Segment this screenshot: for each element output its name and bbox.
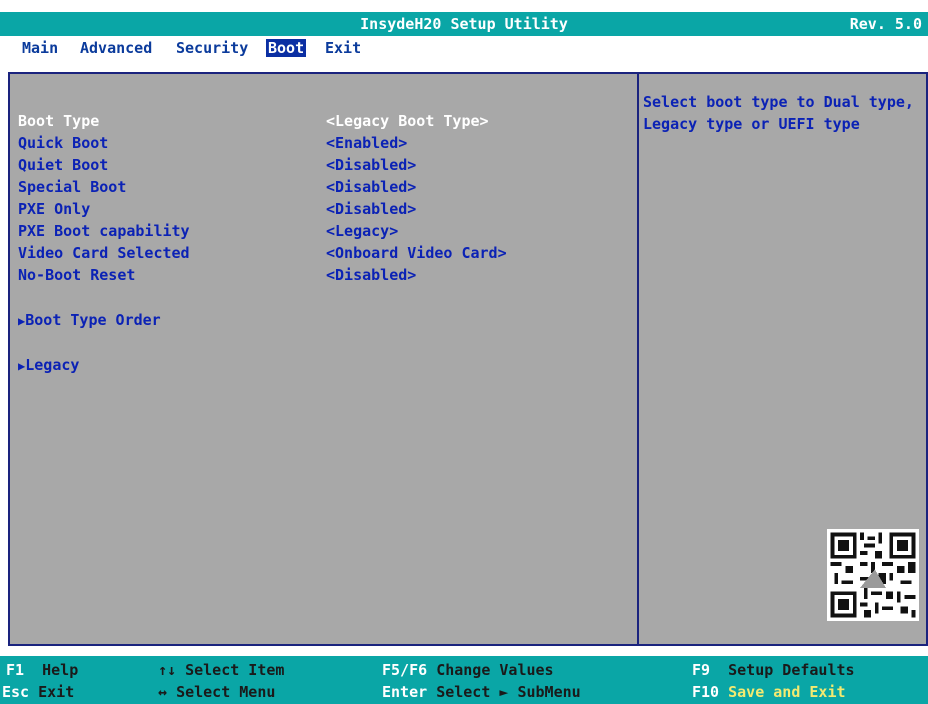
qr-code-icon [827,529,919,621]
setting-row-no-boot-reset[interactable]: No-Boot Reset <Disabled> [18,266,618,288]
setting-label: Boot Type [18,112,100,130]
submenu-legacy[interactable]: ▶Legacy [18,356,79,374]
footer-help: F1 Help [6,661,78,679]
key-updown-label: Select Item [185,661,285,679]
setting-row-quiet-boot[interactable]: Quiet Boot <Disabled> [18,156,618,178]
key-f9-label: Setup Defaults [728,661,855,679]
help-line: Legacy type or UEFI type [643,115,860,133]
leftright-arrow-icon: ↔ [158,683,168,701]
setting-row-quick-boot[interactable]: Quick Boot <Enabled> [18,134,618,156]
footer-change-values: F5/F6 Change Values [382,661,554,679]
updown-arrows-icon: ↑↓ [158,661,177,679]
help-panel: Select boot type to Dual type, Legacy ty… [637,72,928,646]
setting-value[interactable]: <Disabled> [326,178,416,196]
setting-row-pxe-boot-capability[interactable]: PXE Boot capability <Legacy> [18,222,618,244]
setting-value[interactable]: <Enabled> [326,134,407,152]
help-text: Select boot type to Dual type, Legacy ty… [643,91,923,135]
menu-bar: Main Advanced Security Boot Exit [0,36,928,60]
setting-label: Quiet Boot [18,156,109,174]
setting-label: No-Boot Reset [18,266,136,284]
setting-value[interactable]: <Disabled> [326,200,416,218]
setting-value[interactable]: <Disabled> [326,266,416,284]
tab-exit[interactable]: Exit [325,39,361,57]
setting-label: Quick Boot [18,134,109,152]
footer-exit: Esc Exit [2,683,74,701]
settings-panel: Boot Type <Legacy Boot Type> Quick Boot … [8,72,637,646]
key-f1-label: Help [42,661,79,679]
key-leftright-label: Select Menu [176,683,276,701]
setting-value[interactable]: <Legacy Boot Type> [326,112,489,130]
key-f10-label: Save and Exit [728,683,846,701]
title-bar: InsydeH20 Setup Utility Rev. 5.0 [0,12,928,36]
setting-value[interactable]: <Disabled> [326,156,416,174]
submenu-label: Legacy [25,356,80,374]
key-f5f6: F5/F6 [382,661,428,679]
key-f9: F9 [692,661,711,679]
key-enter-label: Select ► SubMenu [436,683,581,701]
tab-advanced[interactable]: Advanced [80,39,152,57]
setting-label: PXE Boot capability [18,222,190,240]
setting-label: Video Card Selected [18,244,190,262]
footer-select-submenu: Enter Select ► SubMenu [382,683,581,701]
key-esc-label: Exit [38,683,75,701]
setting-row-boot-type[interactable]: Boot Type <Legacy Boot Type> [18,112,618,134]
setting-label: PXE Only [18,200,91,218]
setting-row-special-boot[interactable]: Special Boot <Disabled> [18,178,618,200]
key-esc: Esc [2,683,30,701]
bios-setup-screen: InsydeH20 Setup Utility Rev. 5.0 Main Ad… [0,0,928,704]
help-line: Select boot type to Dual type, [643,93,914,111]
footer-save-exit: F10 Save and Exit [692,683,846,701]
setting-value[interactable]: <Onboard Video Card> [326,244,507,262]
key-enter: Enter [382,683,428,701]
footer-setup-defaults: F9 Setup Defaults [692,661,855,679]
submenu-boot-type-order[interactable]: ▶Boot Type Order [18,311,161,329]
key-f1: F1 [6,661,25,679]
tab-main[interactable]: Main [22,39,58,57]
setting-row-video-card-selected[interactable]: Video Card Selected <Onboard Video Card> [18,244,618,266]
key-f10: F10 [692,683,720,701]
setting-value[interactable]: <Legacy> [326,222,398,240]
key-f5f6-label: Change Values [436,661,554,679]
tab-security[interactable]: Security [176,39,248,57]
tab-boot[interactable]: Boot [266,39,307,57]
submenu-label: Boot Type Order [25,311,161,329]
footer-select-menu: ↔ Select Menu [158,683,275,701]
setting-row-pxe-only[interactable]: PXE Only <Disabled> [18,200,618,222]
footer-select-item: ↑↓ Select Item [158,661,284,679]
revision-label: Rev. 5.0 [849,15,922,33]
key-help-footer: F1 Help ↑↓ Select Item F5/F6 Change Valu… [0,656,928,704]
app-title: InsydeH20 Setup Utility [360,15,568,33]
setting-label: Special Boot [18,178,127,196]
